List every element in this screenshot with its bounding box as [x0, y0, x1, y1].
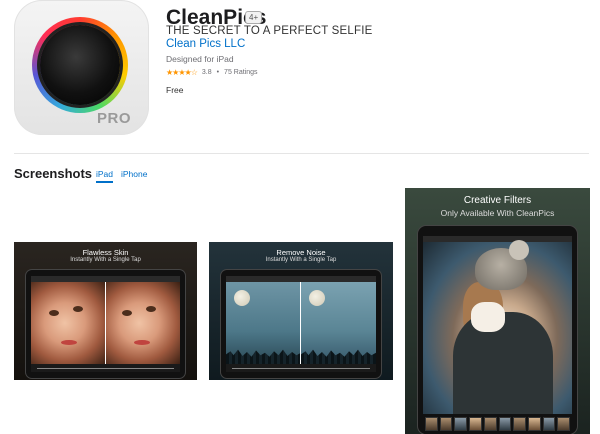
app-icon: PRO: [14, 0, 149, 135]
moon: [309, 290, 325, 306]
app-subtitle: THE SECRET TO A PERFECT SELFIE: [166, 25, 373, 37]
designed-for-label: Designed for iPad: [166, 54, 234, 64]
ipad-screen: [31, 276, 180, 372]
screenshot-subcaption: Instantly With a Single Tap: [265, 257, 337, 263]
rating-value: 3.8: [201, 69, 212, 76]
intensity-slider: [37, 368, 174, 369]
tree-silhouette: [226, 349, 301, 364]
intensity-slider: [232, 368, 370, 369]
rating-count: 75 Ratings: [224, 69, 258, 76]
app-bottom-bar: [31, 364, 180, 372]
tree-silhouette: [301, 349, 376, 364]
after-photo: [300, 282, 376, 364]
camera-lens-icon: [32, 17, 128, 113]
screenshot-caption: Flawless Skin: [82, 248, 129, 257]
ipad-frame: [418, 226, 577, 434]
portrait-photo: [423, 240, 572, 422]
app-bottom-bar: [226, 364, 376, 372]
screenshot-subcaption: Only Available With CleanPics: [440, 208, 555, 218]
ipad-frame: [221, 270, 381, 378]
rating-separator: •: [216, 69, 220, 76]
ipad-screen: [423, 236, 572, 434]
before-photo: [226, 282, 301, 364]
section-divider: [14, 153, 589, 154]
age-rating-badge: 4+: [245, 11, 263, 24]
moon: [234, 290, 250, 306]
screenshot-subcaption: Instantly With a Single Tap: [70, 257, 141, 263]
before-photo: [31, 282, 106, 364]
ipad-screen: [226, 276, 376, 372]
screenshot-card-remove-noise[interactable]: Remove Noise Instantly With a Single Tap: [209, 242, 393, 380]
star-rating-icon: ★★★★☆: [166, 68, 198, 77]
price-label: Free: [166, 85, 184, 95]
filter-thumbnails: [423, 414, 572, 434]
screenshot-card-creative-filters[interactable]: Creative Filters Only Available With Cle…: [405, 188, 590, 434]
tab-ipad[interactable]: iPad: [96, 169, 114, 183]
tab-iphone[interactable]: iPhone: [121, 169, 147, 179]
after-photo: [104, 282, 180, 364]
screenshots-heading: Screenshots: [14, 166, 93, 181]
rating-summary: ★★★★☆ 3.8 • 75 Ratings: [166, 68, 258, 77]
pro-badge: PRO: [96, 110, 131, 127]
developer-link[interactable]: Clean Pics LLC: [166, 38, 245, 50]
screenshot-caption: Creative Filters: [463, 195, 532, 206]
screenshot-card-flawless-skin[interactable]: Flawless Skin Instantly With a Single Ta…: [14, 242, 197, 380]
screenshot-caption: Remove Noise: [276, 248, 326, 257]
ipad-frame: [26, 270, 185, 378]
